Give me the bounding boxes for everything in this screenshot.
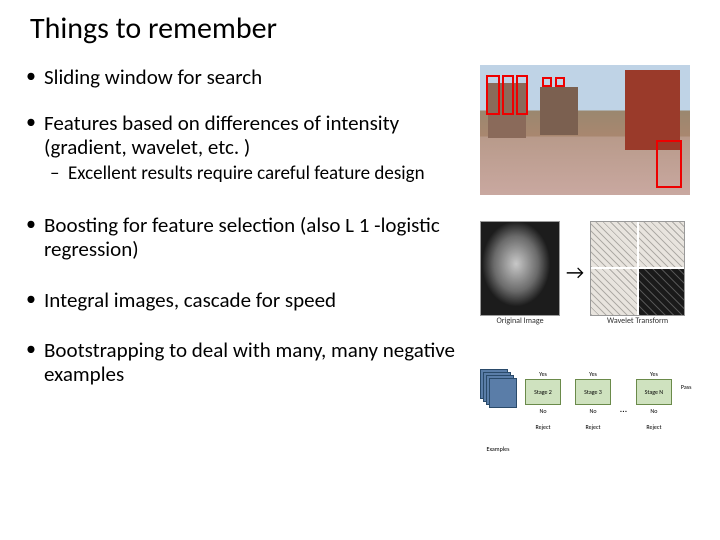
bullet-item: Features based on differences of intensi… [20, 111, 480, 185]
detection-box-icon [656, 140, 682, 188]
cascade-stage: Stage 2 [525, 379, 561, 405]
figure-caption: Wavelet Transform [607, 316, 668, 326]
figure-column: Original Image → Wavelet Transform Examp… [480, 65, 710, 439]
detection-box-icon [502, 75, 514, 115]
cascade-stage: Stage N [636, 379, 672, 405]
wavelet-figure: Original Image → Wavelet Transform [480, 213, 705, 333]
bullet-item: Sliding window for search [20, 65, 480, 89]
no-label: No [650, 407, 657, 415]
bullet-text: Bootstrapping to deal with many, many ne… [44, 337, 455, 387]
examples-label: Examples [480, 445, 516, 453]
cascade-figure: Examples Yes Stage 2 No Reject Yes Stage… [480, 369, 710, 439]
reject-label: Reject [585, 423, 600, 431]
yes-label: Yes [589, 370, 597, 378]
detection-box-icon [516, 75, 528, 115]
cascade-stage: Stage 3 [575, 379, 611, 405]
detection-box-icon [542, 77, 552, 87]
arrow-right-icon: → [566, 261, 584, 285]
figure-caption: Original Image [496, 316, 543, 326]
bullet-text: Features based on differences of intensi… [44, 110, 399, 160]
reject-label: Reject [646, 423, 661, 431]
detection-box-icon [486, 75, 500, 115]
sliding-window-figure [480, 65, 690, 195]
yes-label: Yes [650, 370, 658, 378]
bullet-text: Boosting for feature selection (also L 1… [44, 212, 440, 262]
slide-title: Things to remember [0, 0, 720, 47]
slide-body: Sliding window for search Features based… [0, 47, 720, 439]
no-label: No [539, 407, 546, 415]
bullet-item: Bootstrapping to deal with many, many ne… [20, 338, 480, 386]
example-stack-icon [480, 369, 516, 405]
sub-bullet-text: Excellent results require careful featur… [68, 162, 425, 185]
reject-label: Reject [535, 423, 550, 431]
bullet-text: Integral images, cascade for speed [44, 287, 336, 313]
bullet-text: Sliding window for search [44, 64, 262, 90]
original-image-icon [480, 221, 560, 316]
bullet-column: Sliding window for search Features based… [20, 65, 480, 439]
pass-label: Pass [681, 383, 692, 391]
bullet-item: Boosting for feature selection (also L 1… [20, 213, 480, 261]
detection-box-icon [555, 77, 565, 87]
wavelet-grid-icon [590, 221, 685, 316]
sub-bullet-item: Excellent results require careful featur… [44, 163, 480, 185]
no-label: No [589, 407, 596, 415]
yes-label: Yes [539, 370, 547, 378]
bullet-item: Integral images, cascade for speed [20, 288, 480, 312]
ellipsis-icon: … [620, 402, 627, 415]
